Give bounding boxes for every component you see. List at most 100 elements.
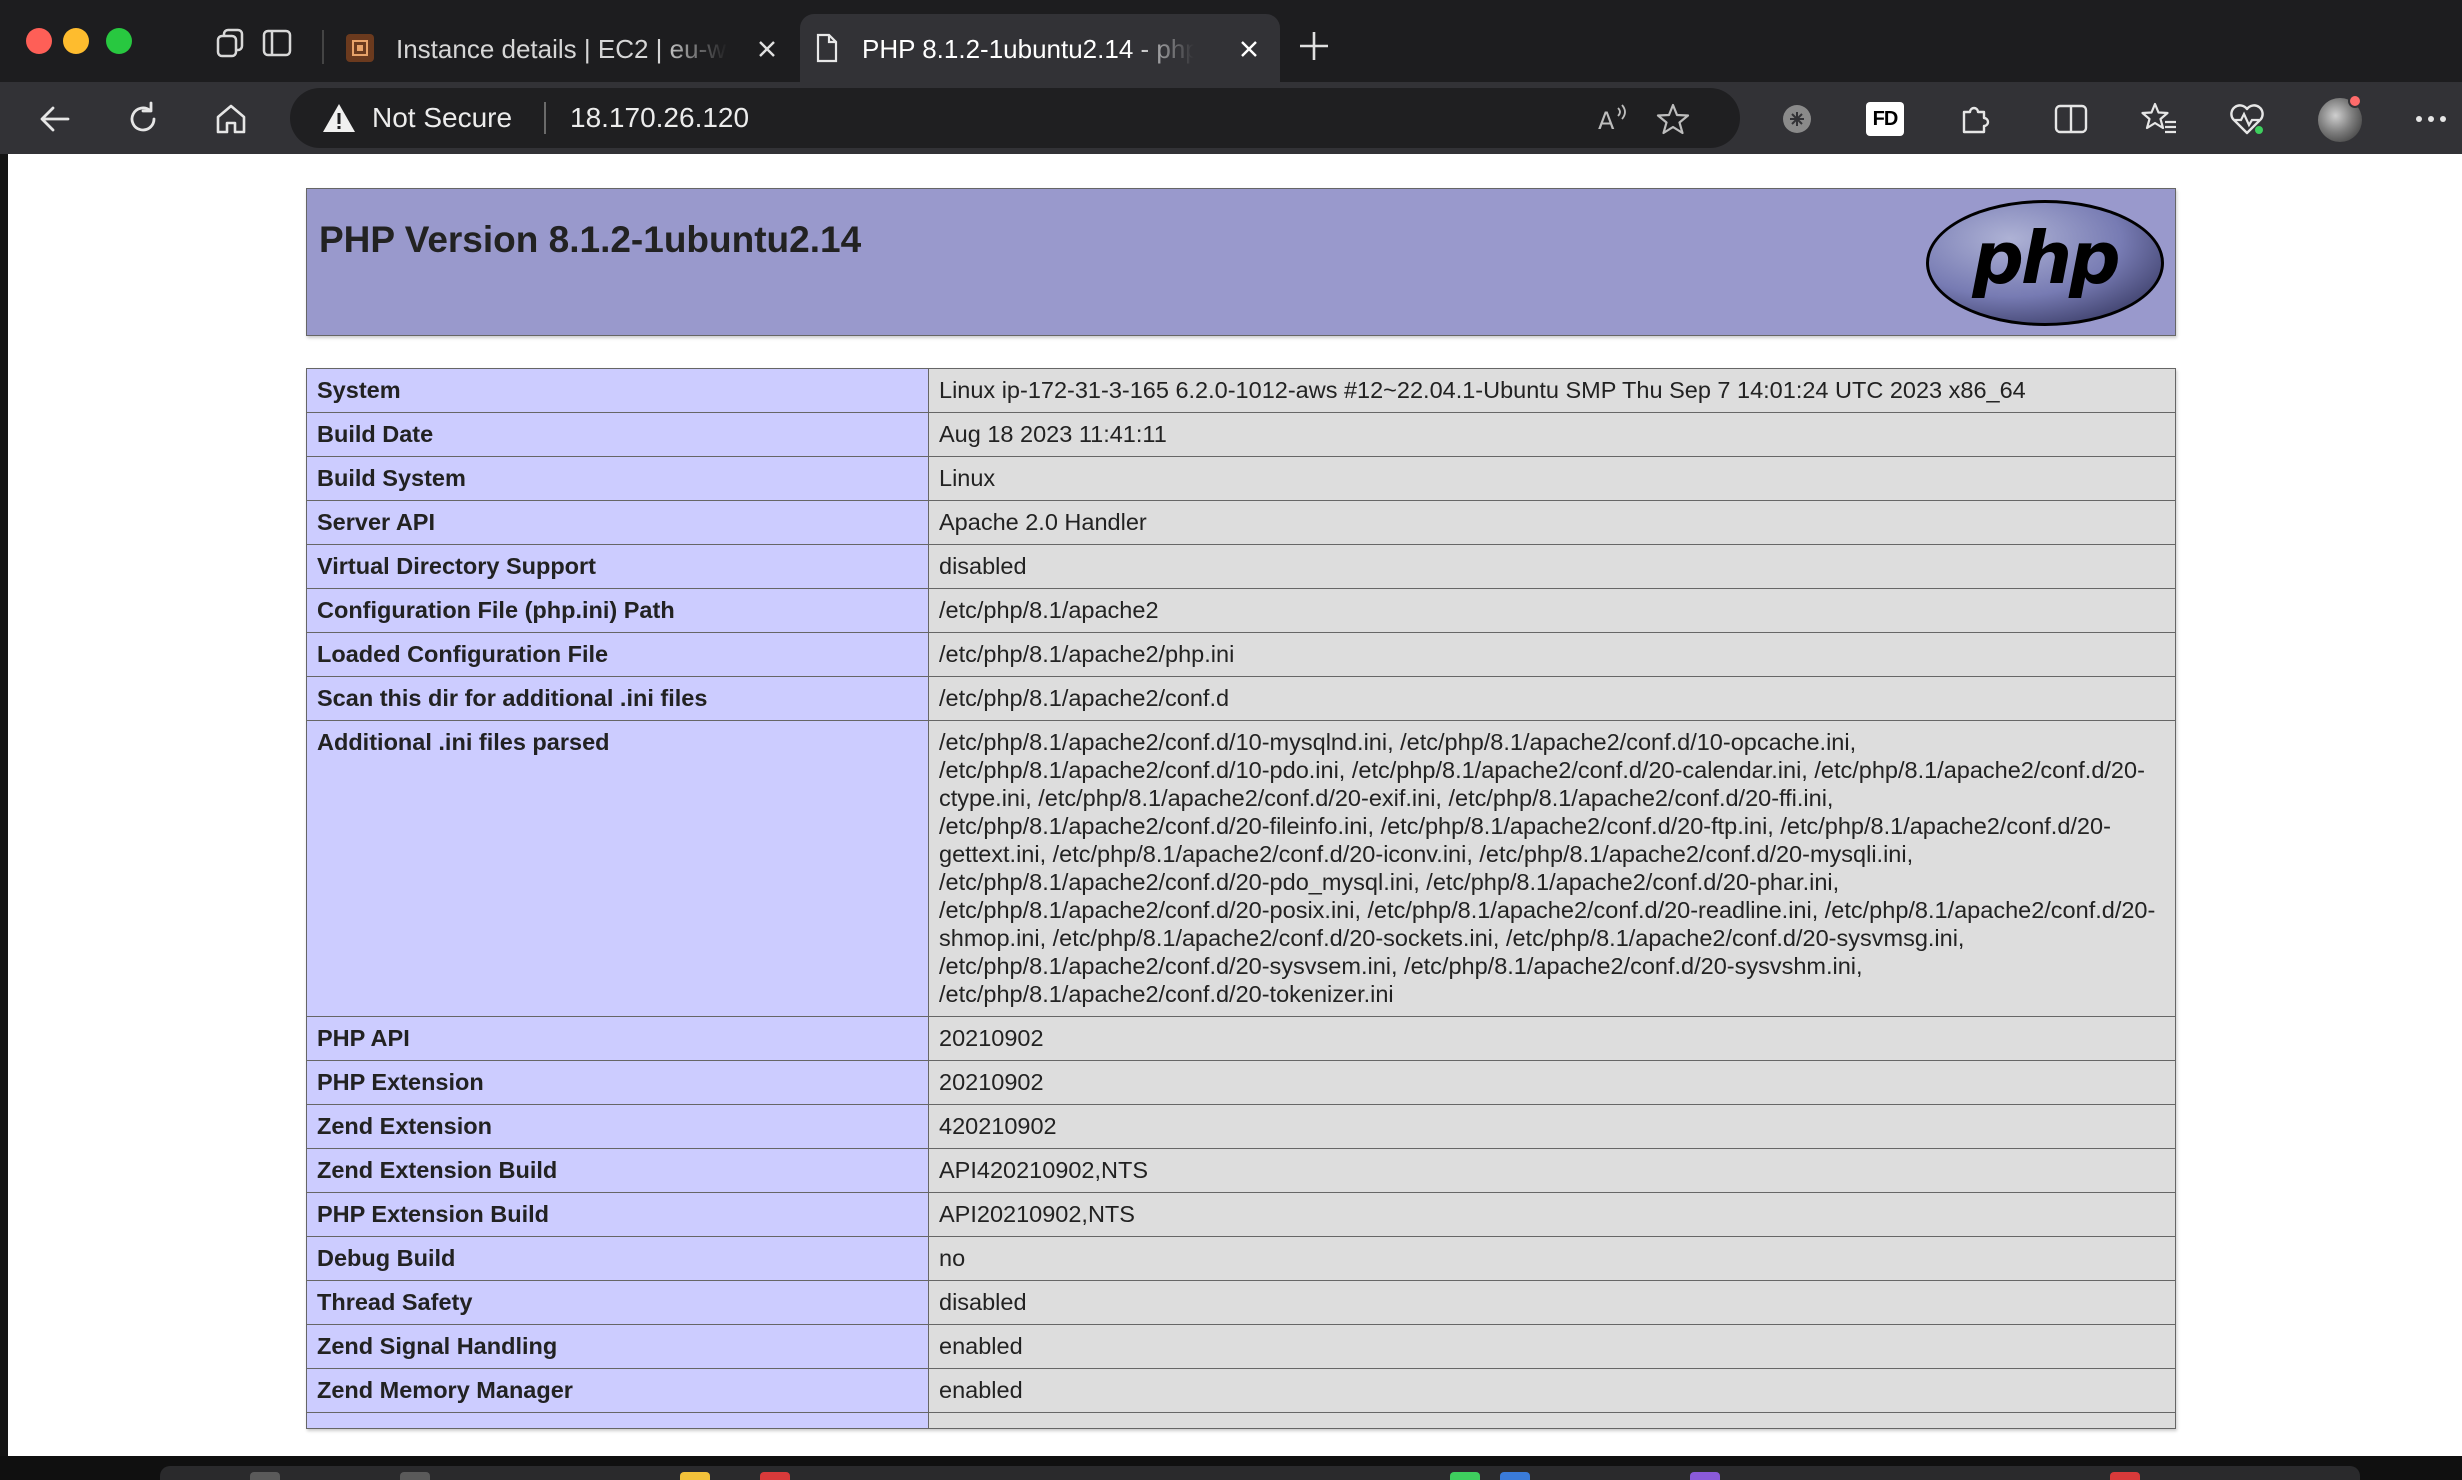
dock	[160, 1466, 2360, 1480]
row-value: no	[928, 1236, 2176, 1281]
table-row: PHP API 20210902	[306, 1016, 2176, 1061]
row-value: disabled	[928, 1280, 2176, 1325]
table-row: Build Date Aug 18 2023 11:41:11	[306, 412, 2176, 457]
page-viewport: PHP Version 8.1.2-1ubuntu2.14 php System…	[8, 154, 2462, 1456]
address-bar[interactable]: Not Secure 18.170.26.120 A	[290, 88, 1740, 148]
row-key: Loaded Configuration File	[306, 632, 929, 677]
tab-separator	[322, 30, 324, 64]
refresh-icon[interactable]	[124, 100, 162, 138]
row-key: PHP Extension	[306, 1060, 929, 1105]
row-key: Virtual Directory Support	[306, 544, 929, 589]
tab-phpinfo[interactable]: PHP 8.1.2-1ubuntu2.14 - phpinfo()	[800, 14, 1280, 82]
row-key: Zend Extension Build	[306, 1148, 929, 1193]
svg-text:A: A	[1598, 107, 1615, 135]
row-key: Server API	[306, 500, 929, 545]
dock-app-icon[interactable]	[1690, 1472, 1720, 1480]
more-icon[interactable]	[2412, 100, 2450, 138]
browser-toolbar: Not Secure 18.170.26.120 A	[0, 82, 2462, 154]
close-tab-icon[interactable]	[754, 36, 780, 62]
window-minimize-button[interactable]	[63, 28, 89, 54]
address-separator	[544, 102, 546, 134]
svg-text:php: php	[1971, 216, 2118, 300]
warning-icon[interactable]	[322, 102, 356, 134]
table-row: PHP Extension Build API20210902,NTS	[306, 1192, 2176, 1237]
table-row: Zend Signal Handling enabled	[306, 1324, 2176, 1369]
row-value: API420210902,NTS	[928, 1148, 2176, 1193]
notification-dot	[2348, 94, 2362, 108]
row-value: Linux ip-172-31-3-165 6.2.0-1012-aws #12…	[928, 368, 2176, 413]
php-logo-icon[interactable]: php	[1925, 199, 2165, 327]
favorites-icon[interactable]	[2140, 100, 2178, 138]
row-key: System	[306, 368, 929, 413]
table-row: Thread Safety disabled	[306, 1280, 2176, 1325]
row-key: Zend Memory Manager	[306, 1368, 929, 1413]
home-icon[interactable]	[212, 100, 250, 138]
table-row: Additional .ini files parsed/etc/php/8.1…	[306, 720, 2176, 1017]
row-value: 20210902	[928, 1016, 2176, 1061]
fd-extension-icon[interactable]: FD	[1866, 102, 1904, 136]
dock-app-icon[interactable]	[400, 1472, 430, 1480]
row-key: Zend Signal Handling	[306, 1324, 929, 1369]
row-key	[306, 1412, 929, 1429]
row-key: Additional .ini files parsed	[306, 720, 929, 1017]
table-row: Scan this dir for additional .ini files /…	[306, 676, 2176, 721]
row-value: /etc/php/8.1/apache2/conf.d	[928, 676, 2176, 721]
row-key: Build System	[306, 456, 929, 501]
table-row: Zend Memory Manager enabled	[306, 1368, 2176, 1413]
page-title: PHP Version 8.1.2-1ubuntu2.14	[319, 219, 862, 260]
dock-app-icon[interactable]	[1450, 1472, 1480, 1480]
page-icon	[816, 33, 838, 63]
row-value: 20210902	[928, 1060, 2176, 1105]
table-row: Zend Extension 420210902	[306, 1104, 2176, 1149]
favorite-star-icon[interactable]	[1656, 102, 1690, 136]
window-close-button[interactable]	[26, 28, 52, 54]
row-value: API20210902,NTS	[928, 1192, 2176, 1237]
split-screen-icon[interactable]	[2052, 100, 2090, 138]
extensions-icon[interactable]	[1956, 100, 1994, 138]
phpinfo-table: System Linux ip-172-31-3-165 6.2.0-1012-a…	[306, 368, 2176, 1429]
dock-app-icon[interactable]	[760, 1472, 790, 1480]
table-row: Configuration File (php.ini) Path/etc/ph…	[306, 588, 2176, 633]
row-key: Build Date	[306, 412, 929, 457]
window-zoom-button[interactable]	[106, 28, 132, 54]
row-key: PHP Extension Build	[306, 1192, 929, 1237]
dock-app-icon[interactable]	[1500, 1472, 1530, 1480]
table-row: Loaded Configuration File/etc/php/8.1/ap…	[306, 632, 2176, 677]
aws-ec2-icon	[346, 34, 374, 62]
row-value	[928, 1412, 2176, 1429]
phpinfo-container: PHP Version 8.1.2-1ubuntu2.14 php System…	[306, 188, 2176, 1429]
row-key: Thread Safety	[306, 1280, 929, 1325]
row-value: Linux	[928, 456, 2176, 501]
tab-instance-details[interactable]: Instance details | EC2 | eu-west-1	[334, 14, 798, 82]
browser-essentials-icon[interactable]	[2228, 100, 2266, 138]
table-row: Virtual Directory Support disabled	[306, 544, 2176, 589]
extension-icon[interactable]	[1778, 100, 1816, 138]
row-value: enabled	[928, 1368, 2176, 1413]
row-value: Apache 2.0 Handler	[928, 500, 2176, 545]
row-value: /etc/php/8.1/apache2	[928, 588, 2176, 633]
dock-app-icon[interactable]	[250, 1472, 280, 1480]
read-aloud-icon[interactable]: A	[1596, 102, 1630, 136]
row-value: /etc/php/8.1/apache2/php.ini	[928, 632, 2176, 677]
dock-app-icon[interactable]	[680, 1472, 710, 1480]
row-value: 420210902	[928, 1104, 2176, 1149]
table-row: Zend Extension Build API420210902,NTS	[306, 1148, 2176, 1193]
row-value: disabled	[928, 544, 2176, 589]
row-key: Debug Build	[306, 1236, 929, 1281]
vertical-tabs-icon[interactable]	[260, 26, 294, 60]
security-status-label[interactable]: Not Secure	[372, 101, 512, 135]
tab-title: PHP 8.1.2-1ubuntu2.14 - phpinfo()	[862, 34, 1194, 64]
back-icon[interactable]	[36, 100, 74, 138]
url-text[interactable]: 18.170.26.120	[570, 101, 749, 135]
close-tab-icon[interactable]	[1236, 36, 1262, 62]
workspaces-icon[interactable]	[214, 26, 248, 60]
table-row: Build System Linux	[306, 456, 2176, 501]
table-row: Debug Build no	[306, 1236, 2176, 1281]
table-row: System Linux ip-172-31-3-165 6.2.0-1012-a…	[306, 368, 2176, 413]
dock-app-icon[interactable]	[2110, 1472, 2140, 1480]
row-key: Zend Extension	[306, 1104, 929, 1149]
new-tab-icon[interactable]	[1296, 28, 1332, 64]
row-value: /etc/php/8.1/apache2/conf.d/10-mysqlnd.i…	[928, 720, 2176, 1017]
table-row	[306, 1412, 2176, 1429]
row-key: Scan this dir for additional .ini files	[306, 676, 929, 721]
